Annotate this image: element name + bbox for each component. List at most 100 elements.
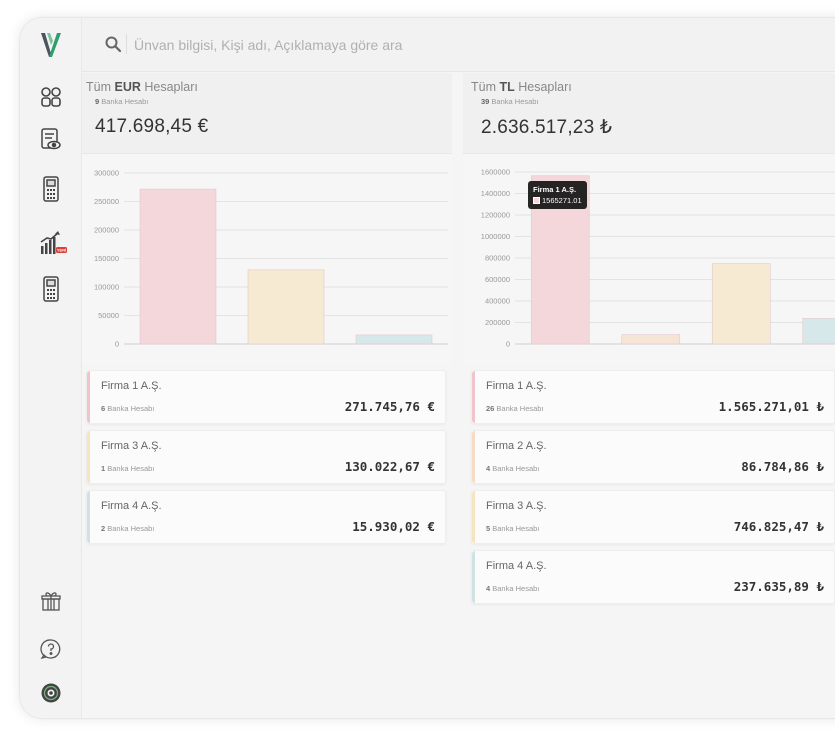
search-input[interactable] bbox=[134, 30, 654, 60]
tl-summary-header: Tüm TL Hesapları 39 Banka Hesabı 2.636.5… bbox=[463, 73, 835, 153]
tooltip-value: 1565271.01 bbox=[542, 196, 582, 205]
document-eye-icon bbox=[41, 128, 61, 150]
new-badge: YENİ bbox=[57, 248, 66, 253]
y-tick-label: 400000 bbox=[485, 297, 510, 306]
chart-bar[interactable] bbox=[802, 318, 835, 345]
company-name: Firma 4 A.Ş. bbox=[486, 560, 547, 572]
tl-accounts-panel: Tüm TL Hesapları 39 Banka Hesabı 2.636.5… bbox=[463, 73, 835, 365]
company-account-count: 4 Banka Hesabı bbox=[486, 584, 540, 593]
growth-chart-icon: YENİ bbox=[40, 231, 67, 254]
company-account-count: 4 Banka Hesabı bbox=[486, 464, 540, 473]
company-account-count: 6 Banka Hesabı bbox=[101, 404, 155, 413]
y-tick-label: 250000 bbox=[94, 197, 119, 206]
y-tick-label: 300000 bbox=[94, 169, 119, 178]
y-tick-label: 0 bbox=[115, 340, 119, 349]
tl-company-card[interactable]: Firma 1 A.Ş. 26 Banka Hesabı 1.565.271,0… bbox=[471, 370, 835, 424]
y-tick-label: 1600000 bbox=[481, 168, 510, 177]
pos-terminal-icon bbox=[43, 176, 59, 202]
company-name: Firma 2 A.Ş. bbox=[486, 440, 547, 452]
y-tick-label: 800000 bbox=[485, 254, 510, 263]
search-separator bbox=[126, 34, 127, 54]
eur-chart-svg: 0 50000 100000 150000 200000 250000 300000 bbox=[94, 169, 448, 349]
company-name: Firma 4 A.Ş. bbox=[101, 500, 162, 512]
eur-company-card[interactable]: Firma 4 A.Ş. 2 Banka Hesabı 15.930,02 € bbox=[86, 490, 446, 544]
company-balance: 86.784,86 ₺ bbox=[741, 459, 824, 474]
tooltip-swatch bbox=[533, 197, 540, 204]
company-account-count: 2 Banka Hesabı bbox=[101, 524, 155, 533]
logo[interactable] bbox=[38, 32, 64, 58]
company-name: Firma 1 A.Ş. bbox=[486, 380, 547, 392]
help-bubble-icon bbox=[40, 639, 61, 660]
company-balance: 130.022,67 € bbox=[344, 459, 435, 474]
eur-total-balance: 417.698,45 € bbox=[95, 116, 209, 137]
eur-summary-header: Tüm EUR Hesapları 9 Banka Hesabı 417.698… bbox=[82, 73, 452, 153]
eur-company-card[interactable]: Firma 3 A.Ş. 1 Banka Hesabı 130.022,67 € bbox=[86, 430, 446, 484]
logo-icon bbox=[41, 33, 61, 57]
card-accent bbox=[472, 371, 475, 423]
y-tick-label: 150000 bbox=[94, 254, 119, 263]
sidebar-item-help[interactable] bbox=[38, 636, 64, 662]
chart-bar[interactable] bbox=[247, 269, 325, 345]
company-account-count: 5 Banka Hesabı bbox=[486, 524, 540, 533]
company-account-count: 26 Banka Hesabı bbox=[486, 404, 544, 413]
sidebar-item-reports[interactable] bbox=[38, 126, 64, 152]
company-name: Firma 1 A.Ş. bbox=[101, 380, 162, 392]
tl-company-card[interactable]: Firma 2 A.Ş. 4 Banka Hesabı 86.784,86 ₺ bbox=[471, 430, 835, 484]
tl-total-balance: 2.636.517,23 ₺ bbox=[481, 117, 613, 138]
sidebar-item-gift[interactable] bbox=[38, 588, 64, 614]
y-tick-label: 1200000 bbox=[481, 211, 510, 220]
sidebar-item-pos[interactable] bbox=[38, 176, 64, 202]
y-tick-label: 50000 bbox=[98, 311, 119, 320]
settings-circle-icon bbox=[41, 683, 61, 703]
tooltip-title: Firma 1 A.Ş. bbox=[533, 185, 577, 194]
tl-bar-chart: 0 200000 400000 600000 800000 1000000 1200000 1… bbox=[463, 153, 835, 365]
grid-icon bbox=[41, 87, 61, 107]
search-icon[interactable] bbox=[104, 35, 122, 53]
y-tick-label: 200000 bbox=[485, 318, 510, 327]
chart-bar[interactable] bbox=[139, 188, 217, 345]
eur-account-count: 9 Banka Hesabı bbox=[95, 97, 149, 106]
eur-bar-chart: 0 50000 100000 150000 200000 250000 300000 bbox=[82, 153, 452, 365]
tl-company-card[interactable]: Firma 4 A.Ş. 4 Banka Hesabı 237.635,89 ₺ bbox=[471, 550, 835, 604]
sidebar-item-pos-2[interactable] bbox=[38, 276, 64, 302]
company-balance: 746.825,47 ₺ bbox=[733, 519, 824, 534]
company-name: Firma 3 A.Ş. bbox=[486, 500, 547, 512]
tl-account-count: 39 Banka Hesabı bbox=[481, 97, 539, 106]
card-accent bbox=[87, 491, 90, 543]
search-bar bbox=[82, 18, 835, 72]
sidebar-item-dashboard[interactable] bbox=[38, 84, 64, 110]
y-tick-label: 100000 bbox=[94, 283, 119, 292]
eur-panel-title: Tüm EUR Hesapları bbox=[86, 80, 198, 94]
card-accent bbox=[472, 491, 475, 543]
gift-icon bbox=[41, 592, 61, 611]
app-window: YENİ Ünvan bilgisi, Kişi adı, Açıklamaya… bbox=[20, 18, 835, 718]
card-accent bbox=[472, 551, 475, 603]
tl-panel-title: Tüm TL Hesapları bbox=[471, 80, 572, 94]
company-account-count: 1 Banka Hesabı bbox=[101, 464, 155, 473]
card-accent bbox=[472, 431, 475, 483]
sidebar: YENİ bbox=[20, 18, 82, 718]
y-tick-label: 200000 bbox=[94, 226, 119, 235]
card-accent bbox=[87, 371, 90, 423]
chart-bar[interactable] bbox=[621, 334, 681, 345]
tl-chart-svg: 0 200000 400000 600000 800000 1000000 1200000 1… bbox=[481, 168, 835, 349]
company-name: Firma 3 A.Ş. bbox=[101, 440, 162, 452]
chart-bar[interactable] bbox=[711, 263, 771, 345]
y-tick-label: 0 bbox=[506, 340, 510, 349]
y-tick-label: 1400000 bbox=[481, 189, 510, 198]
eur-accounts-panel: Tüm EUR Hesapları 9 Banka Hesabı 417.698… bbox=[82, 73, 452, 365]
company-balance: 237.635,89 ₺ bbox=[733, 579, 824, 594]
company-balance: 271.745,76 € bbox=[344, 399, 435, 414]
y-tick-label: 1000000 bbox=[481, 232, 510, 241]
company-balance: 1.565.271,01 ₺ bbox=[718, 399, 824, 414]
chart-bar[interactable] bbox=[355, 334, 433, 345]
card-accent bbox=[87, 431, 90, 483]
sidebar-item-analytics[interactable]: YENİ bbox=[38, 230, 68, 256]
company-balance: 15.930,02 € bbox=[352, 519, 435, 534]
tl-company-card[interactable]: Firma 3 A.Ş. 5 Banka Hesabı 746.825,47 ₺ bbox=[471, 490, 835, 544]
y-tick-label: 600000 bbox=[485, 275, 510, 284]
chart-tooltip: Firma 1 A.Ş. 1565271.01 bbox=[528, 181, 587, 209]
pos-terminal-icon bbox=[43, 276, 59, 302]
eur-company-card[interactable]: Firma 1 A.Ş. 6 Banka Hesabı 271.745,76 € bbox=[86, 370, 446, 424]
sidebar-item-settings[interactable] bbox=[38, 680, 64, 706]
